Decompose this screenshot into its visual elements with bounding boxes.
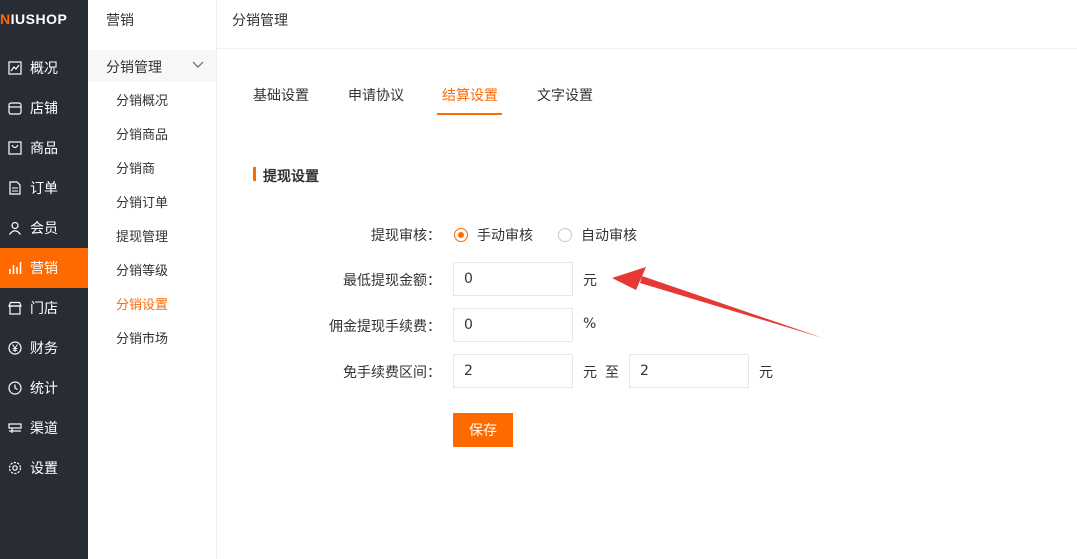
chart-line-icon xyxy=(8,61,22,75)
subnav-item[interactable]: 分销市场 xyxy=(116,328,168,347)
sidebar-item-goods[interactable]: 商品 xyxy=(0,128,88,168)
bar-chart-icon xyxy=(9,262,22,274)
sidebar-item-shops[interactable]: 门店 xyxy=(0,288,88,328)
fee-label: 佣金提现手续费： xyxy=(329,319,441,335)
sidebar-item-store[interactable]: 店铺 xyxy=(0,88,88,128)
subnav-item[interactable]: 分销订单 xyxy=(116,192,168,211)
arrow-head xyxy=(612,267,646,290)
sidebar-item-label: 设置 xyxy=(30,461,58,477)
sidebar-item-finance[interactable]: 财务 xyxy=(0,328,88,368)
free-range-from-unit: 元 xyxy=(583,365,597,381)
subnav-item[interactable]: 提现管理 xyxy=(116,226,168,245)
user-icon xyxy=(9,221,21,235)
sidebar-item-stats[interactable]: 统计 xyxy=(0,368,88,408)
min-amount-unit: 元 xyxy=(583,273,597,289)
subnav-item[interactable]: 分销商 xyxy=(116,158,155,177)
subnav-title: 营销 xyxy=(106,13,134,29)
sidebar-item-label: 商品 xyxy=(30,141,58,157)
sidebar-item-channels[interactable]: 渠道 xyxy=(0,408,88,448)
sidebar-item-label: 渠道 xyxy=(30,421,58,437)
tab-basic-settings[interactable]: 基础设置 xyxy=(253,85,309,105)
logo: NIUSHOP xyxy=(0,11,68,27)
sidebar-item-label: 订单 xyxy=(30,181,58,197)
sidebar-item-label: 会员 xyxy=(30,221,58,237)
main-sidebar: NIUSHOP 概况 店铺 商品 订单 会员 营销 门店 财务 统计 渠道 设置 xyxy=(0,0,88,559)
sidebar-item-label: 门店 xyxy=(30,301,58,317)
arrow-shaft xyxy=(640,276,823,338)
section-marker xyxy=(253,167,256,181)
manual-review-radio[interactable] xyxy=(454,228,468,242)
auto-review-label[interactable]: 自动审核 xyxy=(581,225,637,245)
subnav-item[interactable]: 分销商品 xyxy=(116,124,168,143)
sidebar-item-label: 概况 xyxy=(30,61,58,77)
free-range-to-input[interactable] xyxy=(629,354,749,388)
sidebar-item-label: 财务 xyxy=(30,341,58,357)
sidebar-item-orders[interactable]: 订单 xyxy=(0,168,88,208)
auto-review-radio[interactable] xyxy=(558,228,572,242)
yen-icon xyxy=(8,341,22,355)
shop-icon xyxy=(8,301,22,315)
gear-icon xyxy=(8,461,22,475)
free-range-to-unit: 元 xyxy=(759,365,773,381)
tab-text-settings[interactable]: 文字设置 xyxy=(537,85,593,105)
section-title: 提现设置 xyxy=(263,169,319,185)
min-amount-input[interactable] xyxy=(453,262,573,296)
sidebar-item-label: 统计 xyxy=(30,381,58,397)
subnav-group-toggle[interactable]: 分销管理 xyxy=(88,50,216,82)
sidebar-item-label: 营销 xyxy=(30,261,58,277)
fee-unit: % xyxy=(583,316,597,332)
free-range-label: 免手续费区间： xyxy=(343,365,441,381)
sidebar-item-members[interactable]: 会员 xyxy=(0,208,88,248)
document-icon xyxy=(9,181,21,195)
fee-input[interactable] xyxy=(453,308,573,342)
page-header: 分销管理 xyxy=(217,0,1077,49)
sidebar-item-label: 店铺 xyxy=(30,101,58,117)
active-tab-indicator xyxy=(437,113,502,115)
store-icon xyxy=(8,102,22,115)
manual-review-label[interactable]: 手动审核 xyxy=(477,225,533,245)
tab-apply-agreement[interactable]: 申请协议 xyxy=(348,85,404,105)
channel-icon xyxy=(8,423,22,433)
sidebar-item-overview[interactable]: 概况 xyxy=(0,48,88,88)
subnav-item-active[interactable]: 分销设置 xyxy=(116,294,168,313)
clock-icon xyxy=(8,381,22,395)
tab-settlement-settings[interactable]: 结算设置 xyxy=(442,85,498,105)
bag-icon xyxy=(8,141,22,155)
sidebar-item-marketing[interactable]: 营销 xyxy=(0,248,88,288)
secondary-sidebar: 营销 分销管理 分销概况 分销商品 分销商 分销订单 提现管理 分销等级 分销设… xyxy=(88,0,217,559)
sidebar-item-settings[interactable]: 设置 xyxy=(0,448,88,488)
free-range-from-input[interactable] xyxy=(453,354,573,388)
save-button[interactable]: 保存 xyxy=(453,413,513,447)
subnav-item[interactable]: 分销等级 xyxy=(116,260,168,279)
chevron-down-icon xyxy=(192,61,204,68)
subnav-item[interactable]: 分销概况 xyxy=(116,90,168,109)
review-label: 提现审核： xyxy=(371,228,441,244)
min-amount-label: 最低提现金额： xyxy=(343,273,441,289)
free-range-separator: 至 xyxy=(605,365,619,381)
subnav-group-label: 分销管理 xyxy=(106,60,162,76)
page-title: 分销管理 xyxy=(232,13,288,29)
